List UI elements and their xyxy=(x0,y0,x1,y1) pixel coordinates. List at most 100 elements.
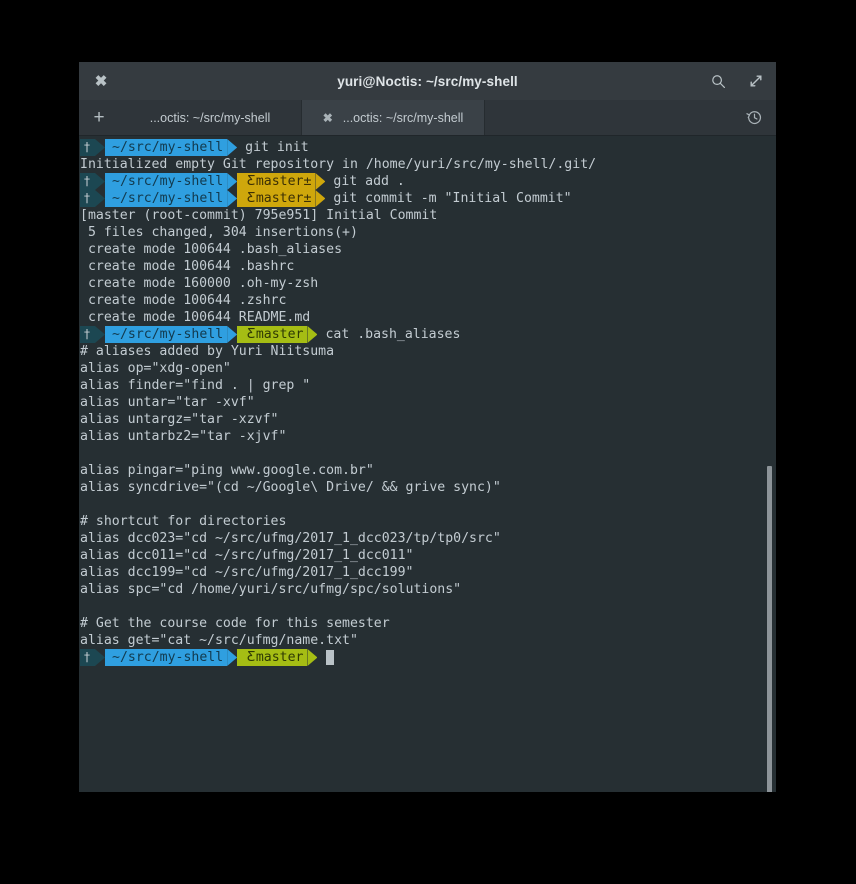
terminal-output-line: # Get the course code for this semester xyxy=(80,615,776,632)
powerline-prompt: † ~/src/my-shell xyxy=(80,139,238,156)
history-icon[interactable] xyxy=(744,108,764,128)
terminal-output-text: # aliases added by Yuri Niitsuma xyxy=(80,344,335,359)
terminal-output-line: alias untarbz2="tar -xjvf" xyxy=(80,428,776,445)
terminal-command-text: git add . xyxy=(333,174,405,189)
terminal-output-text: alias dcc199="cd ~/src/ufmg/2017_1_dcc19… xyxy=(80,565,414,580)
terminal-command-text: git commit -m "Initial Commit" xyxy=(333,191,572,206)
terminal-output-text: [master (root-commit) 795e951] Initial C… xyxy=(80,208,438,223)
prompt-separator-icon xyxy=(227,190,238,207)
prompt-user-segment: † xyxy=(80,173,95,190)
terminal-output-line: 5 files changed, 304 insertions(+) xyxy=(80,224,776,241)
prompt-separator-icon xyxy=(307,326,318,343)
terminal-output-line: alias spc="cd /home/yuri/src/ufmg/spc/so… xyxy=(80,581,776,598)
git-branch-icon: Ʒ xyxy=(247,327,256,342)
prompt-git-segment: Ʒmaster± xyxy=(237,173,316,190)
tab-2-label: ...octis: ~/src/my-shell xyxy=(342,110,464,125)
terminal-command-text: cat .bash_aliases xyxy=(325,327,461,342)
terminal-output-text: alias pingar="ping www.google.com.br" xyxy=(80,463,374,478)
prompt-branch-label: master xyxy=(255,327,304,342)
tab-2[interactable]: ✖ ...octis: ~/src/my-shell xyxy=(301,100,485,135)
terminal-output-line: create mode 100644 .bashrc xyxy=(80,258,776,275)
terminal-output-text: alias get="cat ~/src/ufmg/name.txt" xyxy=(80,633,358,648)
terminal-output-line: create mode 160000 .oh-my-zsh xyxy=(80,275,776,292)
terminal-output-line: create mode 100644 README.md xyxy=(80,309,776,326)
scrollbar-thumb[interactable] xyxy=(767,466,772,792)
new-tab-button[interactable]: + xyxy=(79,100,119,135)
tab-2-close-icon[interactable]: ✖ xyxy=(323,112,333,124)
powerline-prompt: † ~/src/my-shell Ʒmaster xyxy=(80,649,318,666)
terminal-output-line: Initialized empty Git repository in /hom… xyxy=(80,156,776,173)
git-branch-icon: Ʒ xyxy=(247,650,256,665)
tab-bar-spacer xyxy=(485,100,744,135)
prompt-separator-icon xyxy=(315,173,326,190)
prompt-separator-icon xyxy=(95,326,105,343)
dagger-icon: † xyxy=(84,140,90,154)
prompt-git-segment: Ʒmaster xyxy=(237,649,308,666)
powerline-prompt: † ~/src/my-shell Ʒmaster± xyxy=(80,190,326,207)
terminal-output-line: alias get="cat ~/src/ufmg/name.txt" xyxy=(80,632,776,649)
terminal-output-line: create mode 100644 .zshrc xyxy=(80,292,776,309)
prompt-separator-icon xyxy=(95,190,105,207)
terminal-prompt-line: † ~/src/my-shell Ʒmaster± git add . xyxy=(80,173,776,190)
dagger-icon: † xyxy=(84,174,90,188)
terminal-output-text: create mode 100644 .bashrc xyxy=(80,259,295,274)
prompt-separator-icon xyxy=(227,326,238,343)
terminal-prompt-line: † ~/src/my-shell Ʒmaster xyxy=(80,649,776,666)
terminal-output-text: # Get the course code for this semester xyxy=(80,616,390,631)
terminal-command-text: git init xyxy=(245,140,309,155)
tab-1-label: ...octis: ~/src/my-shell xyxy=(149,110,271,125)
prompt-separator-icon xyxy=(227,139,238,156)
terminal-output-text: alias dcc011="cd ~/src/ufmg/2017_1_dcc01… xyxy=(80,548,414,563)
terminal-output-line: alias syncdrive="(cd ~/Google\ Drive/ &&… xyxy=(80,479,776,496)
terminal-output-text: alias untarbz2="tar -xjvf" xyxy=(80,429,287,444)
terminal-output-text: alias op="xdg-open" xyxy=(80,361,231,376)
terminal-prompt-line: † ~/src/my-shell git init xyxy=(80,139,776,156)
prompt-git-segment: Ʒmaster± xyxy=(237,190,316,207)
titlebar-actions xyxy=(708,71,766,91)
terminal-output-line: alias untargz="tar -xzvf" xyxy=(80,411,776,428)
search-icon[interactable] xyxy=(708,71,728,91)
terminal-output-line: alias dcc011="cd ~/src/ufmg/2017_1_dcc01… xyxy=(80,547,776,564)
window-title: yuri@Noctis: ~/src/my-shell xyxy=(337,73,518,89)
expand-icon[interactable] xyxy=(746,71,766,91)
terminal-output-text: alias spc="cd /home/yuri/src/ufmg/spc/so… xyxy=(80,582,462,597)
terminal-scrollbar[interactable] xyxy=(764,136,774,792)
terminal-output-text: 5 files changed, 304 insertions(+) xyxy=(80,225,358,240)
prompt-user-segment: † xyxy=(80,326,95,343)
tab-bar-actions xyxy=(744,100,776,135)
window-close-button[interactable]: ✖ xyxy=(89,69,113,93)
terminal-prompt-line: † ~/src/my-shell Ʒmaster± git commit -m "In… xyxy=(80,190,776,207)
dagger-icon: † xyxy=(84,191,90,205)
terminal-prompt-line: † ~/src/my-shell Ʒmaster cat .bash_aliases xyxy=(80,326,776,343)
prompt-separator-icon xyxy=(307,649,318,666)
prompt-path-segment: ~/src/my-shell xyxy=(105,190,228,207)
terminal-output-text: Initialized empty Git repository in /hom… xyxy=(80,157,597,172)
terminal-cursor xyxy=(326,650,335,665)
terminal-output-text: alias dcc023="cd ~/src/ufmg/2017_1_dcc02… xyxy=(80,531,501,546)
terminal-body[interactable]: † ~/src/my-shell git init Initialized empty… xyxy=(79,136,776,792)
terminal-window: ✖ yuri@Noctis: ~/src/my-shell + ...octis… xyxy=(79,62,776,792)
dagger-icon: † xyxy=(84,650,90,664)
tab-1[interactable]: ...octis: ~/src/my-shell xyxy=(119,100,301,135)
powerline-prompt: † ~/src/my-shell Ʒmaster xyxy=(80,326,318,343)
git-branch-icon: Ʒ xyxy=(247,191,256,206)
terminal-output-line: alias op="xdg-open" xyxy=(80,360,776,377)
terminal-output-text: alias finder="find . | grep " xyxy=(80,378,311,393)
terminal-output-text: alias untar="tar -xvf" xyxy=(80,395,255,410)
prompt-path-segment: ~/src/my-shell xyxy=(105,649,228,666)
prompt-path-segment: ~/src/my-shell xyxy=(105,173,228,190)
terminal-output-text: # shortcut for directories xyxy=(80,514,287,529)
prompt-separator-icon xyxy=(315,190,326,207)
prompt-branch-label: master± xyxy=(255,174,312,189)
prompt-separator-icon xyxy=(227,649,238,666)
prompt-separator-icon xyxy=(95,649,105,666)
terminal-output: † ~/src/my-shell git init Initialized empty… xyxy=(79,139,776,666)
terminal-output-line: alias untar="tar -xvf" xyxy=(80,394,776,411)
terminal-output-text: alias syncdrive="(cd ~/Google\ Drive/ &&… xyxy=(80,480,501,495)
terminal-output-text: create mode 100644 .zshrc xyxy=(80,293,287,308)
terminal-output-line: # aliases added by Yuri Niitsuma xyxy=(80,343,776,360)
terminal-output-text: alias untargz="tar -xzvf" xyxy=(80,412,279,427)
prompt-path-segment: ~/src/my-shell xyxy=(105,139,228,156)
